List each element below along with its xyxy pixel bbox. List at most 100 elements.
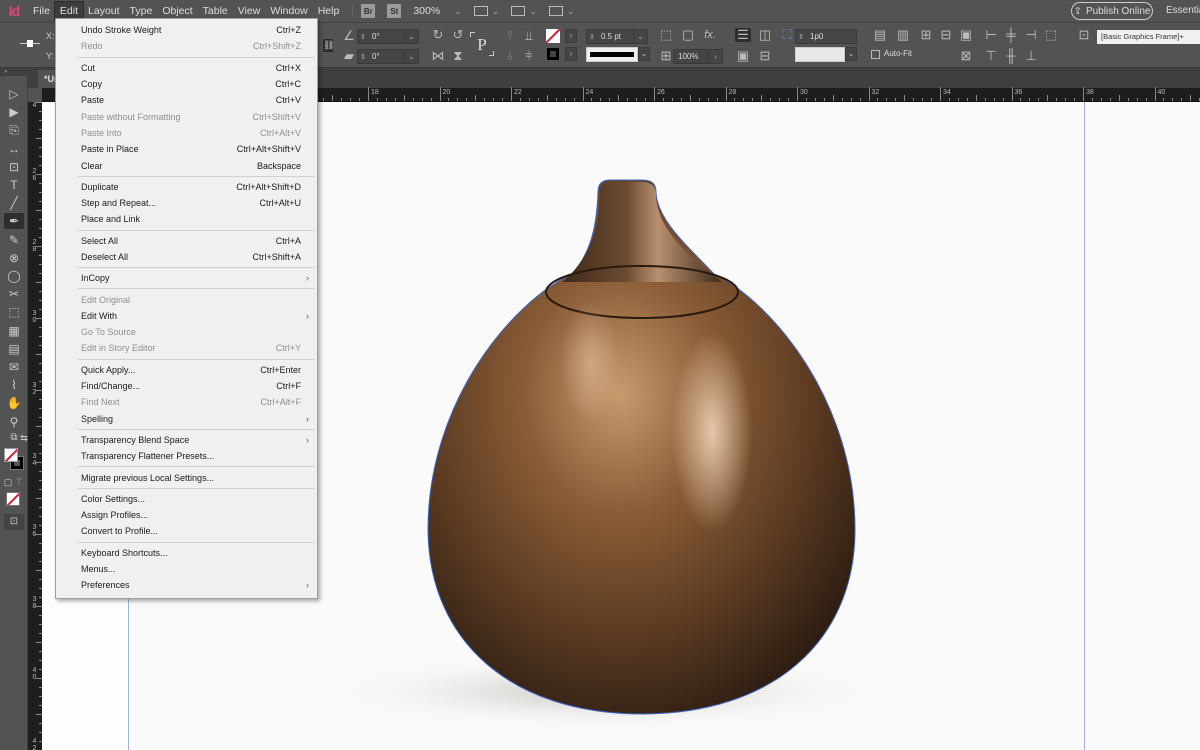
direct-selection-tool-icon[interactable]: ▶	[4, 104, 24, 120]
menu-item-redo[interactable]: Redo Ctrl+Shift+Z	[56, 38, 317, 54]
menu-item-select-all[interactable]: Select All Ctrl+A	[56, 233, 317, 249]
menu-item-find-change[interactable]: Find/Change... Ctrl+F	[56, 378, 317, 394]
fit-content-to-frame-icon[interactable]: ▤	[872, 28, 888, 42]
content-collector-tool-icon[interactable]: ⊡	[4, 159, 24, 175]
vertical-ruler[interactable]: 4 2 6 2 8 3 0 3 2 3 4 3 6 3 8 4 0 4 2	[28, 102, 42, 750]
chevron-down-icon[interactable]: ⌄	[404, 50, 418, 63]
align-right-icon[interactable]: ⊣	[1023, 28, 1039, 42]
menu-item-duplicate[interactable]: Duplicate Ctrl+Alt+Shift+D	[56, 179, 317, 195]
gradient-swatch-tool-icon[interactable]: ▦	[4, 323, 24, 339]
menu-item-clear[interactable]: Clear Backspace	[56, 157, 317, 173]
menu-item-paste-in-place[interactable]: Paste in Place Ctrl+Alt+Shift+V	[56, 141, 317, 157]
fit-frame-to-content-icon[interactable]: ▥	[895, 28, 911, 42]
chevron-down-icon[interactable]: ⌄	[404, 30, 418, 43]
spinner-icon[interactable]: ⇕	[360, 51, 366, 64]
stock-button[interactable]: St	[387, 4, 402, 18]
ellipse-tool-icon[interactable]: ◯	[4, 268, 24, 284]
hand-tool-icon[interactable]: ✋	[4, 395, 24, 411]
rotate-clockwise-icon[interactable]: ↻	[430, 28, 446, 42]
flip-vertical-icon[interactable]: ⧗	[450, 49, 466, 63]
pen-tool-icon[interactable]: ✒	[4, 213, 24, 230]
reference-point-icon[interactable]	[20, 37, 40, 51]
bridge-button[interactable]: Br	[361, 4, 376, 18]
menu-item-find-next[interactable]: Find Next Ctrl+Alt+F	[56, 394, 317, 410]
object-style-select[interactable]: [Basic Graphics Frame]+	[1097, 30, 1200, 44]
fill-swatch[interactable]	[546, 29, 560, 43]
stroke-menu-arrow-icon[interactable]: ›	[565, 47, 577, 61]
menu-item-transparency-blend-space[interactable]: Transparency Blend Space ›	[56, 432, 317, 448]
arrange-documents-icon[interactable]	[548, 6, 563, 16]
corner-size-field[interactable]: ⇕ 1p0	[795, 29, 857, 44]
rotate-counterclockwise-icon[interactable]: ↺	[450, 28, 466, 42]
view-options-chevron-icon[interactable]: ⌄	[492, 6, 500, 17]
workspace-switcher[interactable]: Essentials	[1166, 5, 1200, 16]
apply-none-swatch[interactable]	[6, 492, 20, 506]
tools-panel-collapse[interactable]: »	[0, 68, 28, 76]
menu-item-paste-without-formatting[interactable]: Paste without Formatting Ctrl+Shift+V	[56, 108, 317, 124]
gap-tool-icon[interactable]: ↔	[4, 141, 24, 157]
menu-item-quick-apply[interactable]: Quick Apply... Ctrl+Enter	[56, 362, 317, 378]
center-content-icon[interactable]: ⊞	[918, 28, 934, 42]
align-horizontal-center-icon[interactable]: ╪	[1003, 28, 1019, 42]
fit-content-proportionally-icon[interactable]: ▣	[958, 28, 974, 42]
drop-shadow-frame-icon[interactable]: ⬚	[658, 28, 674, 42]
menu-item-copy[interactable]: Copy Ctrl+C	[56, 76, 317, 92]
menu-item-incopy[interactable]: InCopy ›	[56, 270, 317, 286]
note-tool-icon[interactable]: ✉	[4, 359, 24, 375]
menu-item-go-to-source[interactable]: Go To Source	[56, 324, 317, 340]
free-transform-tool-icon[interactable]: ⬚	[4, 304, 24, 320]
distribute-vertical-icon[interactable]: ⫯	[502, 29, 518, 43]
menu-item-convert-to-profile[interactable]: Convert to Profile...	[56, 523, 317, 539]
menu-item-menus[interactable]: Menus...	[56, 561, 317, 577]
page-tool-icon[interactable]: ⎘	[4, 122, 24, 138]
content-aware-fit-icon[interactable]: ⊠	[958, 49, 974, 63]
eyedropper-tool-icon[interactable]: ⌇	[4, 377, 24, 393]
screen-mode-icon[interactable]	[511, 6, 526, 16]
arrange-documents-chevron-icon[interactable]: ⌄	[567, 6, 575, 17]
menu-item-edit-with[interactable]: Edit With ›	[56, 308, 317, 324]
effects-icon[interactable]: fx.	[702, 28, 718, 42]
view-options-icon[interactable]	[473, 6, 488, 16]
chevron-down-icon[interactable]: ⌄	[633, 30, 647, 43]
zoom-dropdown-icon[interactable]: ⌄	[454, 6, 462, 17]
menu-file[interactable]: File	[28, 2, 55, 20]
fill-color-swatch[interactable]	[4, 448, 18, 462]
publish-online-button[interactable]: ⇪ Publish Online	[1071, 2, 1153, 20]
align-horizontal-icon[interactable]: ⫫	[521, 29, 537, 43]
corner-options-icon[interactable]: ⛶	[779, 28, 795, 42]
selection-tool-icon[interactable]: ▷	[4, 86, 24, 102]
spinner-icon[interactable]: ⇕	[798, 31, 804, 44]
screen-mode-icon[interactable]: ⊡	[4, 514, 24, 530]
pencil-tool-icon[interactable]: ✎	[4, 232, 24, 248]
menu-item-place-and-link[interactable]: Place and Link	[56, 211, 317, 227]
opacity-field[interactable]: 100% ›	[673, 49, 723, 64]
align-spacing-icon[interactable]: ⫩	[521, 49, 537, 63]
zoom-level[interactable]: 300%	[413, 5, 440, 17]
menu-item-undo-stroke-weight[interactable]: Undo Stroke Weight Ctrl+Z	[56, 22, 317, 38]
rectangle-frame-tool-icon[interactable]: ⊗	[4, 250, 24, 266]
constrain-proportions-icon[interactable]: ⛓	[322, 38, 334, 53]
corner-shape-select[interactable]	[795, 47, 845, 62]
distribute-center-icon[interactable]: ⫰	[502, 49, 518, 63]
menu-item-deselect-all[interactable]: Deselect All Ctrl+Shift+A	[56, 249, 317, 265]
line-tool-icon[interactable]: ╱	[4, 195, 24, 211]
type-tool-icon[interactable]: T	[4, 177, 24, 193]
text-wrap-jump-object-icon[interactable]: ⊟	[757, 49, 773, 63]
stroke-type-chevron-icon[interactable]: ⌄	[638, 47, 650, 61]
screen-mode-chevron-icon[interactable]: ⌄	[529, 6, 537, 17]
stroke-swatch[interactable]	[546, 47, 560, 61]
gradient-feather-tool-icon[interactable]: ▤	[4, 341, 24, 357]
menu-item-spelling[interactable]: Spelling ›	[56, 411, 317, 427]
menu-item-migrate-previous-local-settings[interactable]: Migrate previous Local Settings...	[56, 469, 317, 485]
flip-horizontal-icon[interactable]: ⋈	[430, 49, 446, 63]
scissors-tool-icon[interactable]: ✂	[4, 286, 24, 302]
select-container-icon[interactable]: ⬚	[1043, 28, 1059, 42]
menu-item-assign-profiles[interactable]: Assign Profiles...	[56, 507, 317, 523]
fill-menu-arrow-icon[interactable]: ›	[565, 29, 577, 43]
zoom-tool-icon[interactable]: ⚲	[4, 414, 24, 430]
menu-item-paste-into[interactable]: Paste Into Ctrl+Alt+V	[56, 125, 317, 141]
menu-item-preferences[interactable]: Preferences ›	[56, 577, 317, 593]
formatting-text-icon[interactable]: T	[13, 474, 25, 490]
stroke-weight-field[interactable]: ⇕ 0.5 pt ⌄	[586, 29, 648, 44]
align-left-icon[interactable]: ⊢	[983, 28, 999, 42]
